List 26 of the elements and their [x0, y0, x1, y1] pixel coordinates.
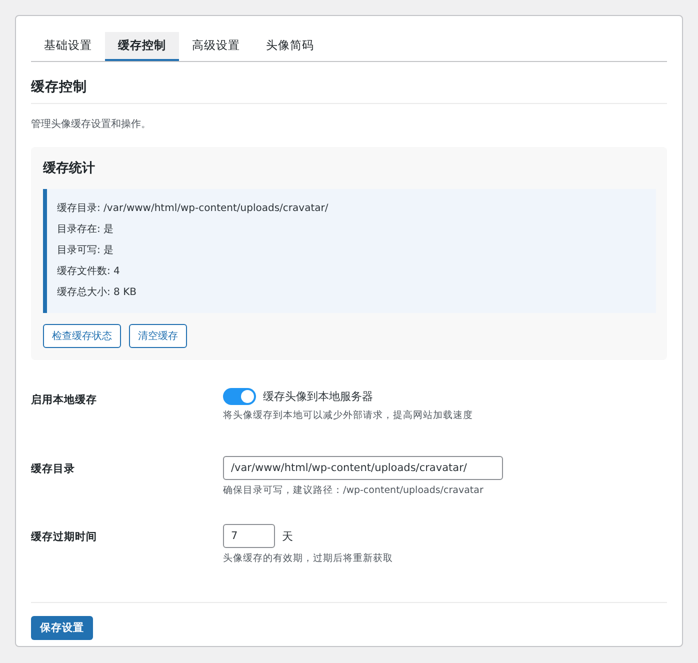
unit-label: 天 — [282, 528, 293, 544]
action-button[interactable]: 清空缓存 — [129, 324, 187, 348]
toggle-switch[interactable] — [223, 388, 256, 405]
stats-title: 缓存统计 — [43, 160, 96, 177]
directory-field[interactable]: /var/www/html/wp-content/uploads/cravatar/ — [223, 456, 503, 480]
save-button[interactable]: 保存设置 — [31, 616, 93, 640]
hint-text: 将头像缓存到本地可以减少外部请求，提高网站加载速度 — [223, 409, 474, 422]
hint-text: 头像缓存的有效期，过期后将重新获取 — [223, 552, 394, 565]
number-field[interactable]: 7 — [223, 524, 275, 548]
section-description: 管理头像缓存设置和操作。 — [31, 118, 152, 131]
tab[interactable]: 基础设置 — [31, 32, 105, 61]
setting-label: 启用本地缓存 — [31, 393, 98, 408]
toggle-label: 缓存头像到本地服务器 — [263, 389, 373, 404]
setting-label: 缓存过期时间 — [31, 530, 98, 545]
tab[interactable]: 缓存控制 — [105, 32, 179, 61]
stats-line: 目录可写: 是 — [57, 244, 115, 258]
section-title: 缓存控制 — [31, 78, 667, 104]
stats-line: 缓存文件数: 4 — [57, 264, 121, 279]
tab[interactable]: 头像简码 — [253, 32, 327, 61]
tab[interactable]: 高级设置 — [179, 32, 253, 61]
stats-line: 缓存总大小: 8 KB — [57, 286, 138, 300]
hint-text: 确保目录可写，建议路径：/wp-content/uploads/cravatar — [223, 484, 484, 497]
stats-line: 缓存目录: /var/www/html/wp-content/uploads/cravatar/ — [57, 202, 330, 216]
setting-label: 缓存目录 — [31, 462, 76, 477]
stats-line: 目录存在: 是 — [57, 223, 115, 237]
action-button[interactable]: 检查缓存状态 — [43, 324, 121, 348]
